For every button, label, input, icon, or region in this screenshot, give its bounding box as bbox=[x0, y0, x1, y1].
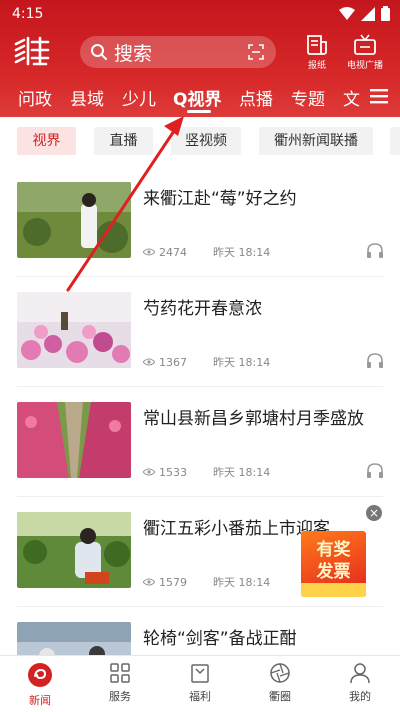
tab-wen[interactable]: 文 bbox=[343, 85, 360, 110]
subtab-shijie[interactable]: 视界 bbox=[17, 127, 76, 155]
article-thumbnail bbox=[17, 292, 131, 368]
sub-tabs: 视界 直播 竖视频 衢州新闻联播 bbox=[0, 117, 400, 165]
tab-dianbo[interactable]: 点播 bbox=[239, 85, 273, 110]
promo-ad[interactable]: 有奖 发票 bbox=[301, 531, 366, 597]
search-placeholder: 搜索 bbox=[114, 42, 153, 65]
newspaper-button[interactable]: 报纸 bbox=[294, 34, 340, 71]
newspaper-icon bbox=[307, 35, 327, 55]
news-icon bbox=[28, 663, 52, 687]
publish-time: 昨天 18:14 bbox=[213, 246, 271, 259]
channel-tabs: 问政 县域 少儿 Q视界 点播 专题 文 bbox=[0, 82, 400, 114]
menu-icon[interactable] bbox=[370, 88, 388, 104]
list-item[interactable]: 来衢江赴“莓”好之约 2474 昨天 18:14 bbox=[0, 168, 400, 278]
bottom-tab-circle[interactable]: 衢圈 bbox=[250, 662, 310, 704]
aperture-icon bbox=[270, 663, 290, 683]
signal-icon bbox=[361, 6, 375, 21]
tv-broadcast-button[interactable]: 电视广播 bbox=[342, 34, 388, 71]
bottom-tab-label: 我的 bbox=[349, 690, 371, 703]
list-item[interactable]: 芍药花开春意浓 1367 昨天 18:14 bbox=[0, 278, 400, 388]
view-count: 1533 bbox=[159, 465, 187, 479]
status-bar: 4:15 bbox=[0, 0, 400, 28]
promo-ad-line2: 发票 bbox=[316, 562, 351, 582]
eye-icon bbox=[143, 468, 155, 476]
list-item[interactable]: 轮椅“剑客”备战正酣 bbox=[0, 608, 400, 655]
article-thumbnail bbox=[17, 402, 131, 478]
article-thumbnail bbox=[17, 182, 131, 258]
bottom-tab-mine[interactable]: 我的 bbox=[330, 662, 390, 704]
bottom-tab-news[interactable]: 新闻 bbox=[10, 662, 70, 708]
bottom-tab-label: 衢圈 bbox=[269, 690, 291, 703]
user-icon bbox=[350, 663, 370, 684]
grid-icon bbox=[110, 663, 130, 683]
publish-time: 昨天 18:14 bbox=[213, 576, 271, 589]
view-count: 1579 bbox=[159, 575, 187, 589]
bottom-tab-label: 服务 bbox=[109, 690, 131, 703]
article-meta: 1367 昨天 18:14 bbox=[143, 354, 270, 370]
scan-icon[interactable] bbox=[248, 44, 264, 60]
newspaper-label: 报纸 bbox=[307, 61, 326, 71]
article-thumbnail bbox=[17, 512, 131, 588]
article-meta: 1533 昨天 18:14 bbox=[143, 464, 270, 480]
article-title: 常山县新昌乡郭塘村月季盛放 bbox=[143, 409, 364, 429]
bottom-tab-welfare[interactable]: 福利 bbox=[170, 662, 230, 704]
subtab-quzhou-news[interactable]: 衢州新闻联播 bbox=[259, 127, 373, 155]
subtab-more[interactable] bbox=[390, 127, 400, 155]
article-title: 来衢江赴“莓”好之约 bbox=[143, 189, 297, 209]
headphone-icon[interactable] bbox=[366, 462, 384, 478]
tab-qshijie[interactable]: Q视界 bbox=[173, 85, 221, 110]
bottom-tab-label: 新闻 bbox=[29, 694, 51, 707]
tv-icon bbox=[354, 34, 376, 55]
headphone-icon[interactable] bbox=[366, 352, 384, 368]
wifi-icon bbox=[339, 6, 355, 20]
article-title: 芍药花开春意浓 bbox=[143, 299, 262, 319]
app-header: 4:15 搜索 报纸 电视广播 问政 县域 少儿 Q视界 点播 专题 文 bbox=[0, 0, 400, 117]
eye-icon bbox=[143, 358, 155, 366]
article-meta: 2474 昨天 18:14 bbox=[143, 244, 270, 260]
bottom-nav: 新闻 服务 福利 衢圈 我的 bbox=[0, 655, 400, 712]
divider bbox=[17, 276, 383, 277]
tv-broadcast-label: 电视广播 bbox=[346, 61, 383, 71]
subtab-zhibo[interactable]: 直播 bbox=[94, 127, 153, 155]
headphone-icon[interactable] bbox=[366, 242, 384, 258]
bottom-tab-label: 福利 bbox=[189, 690, 211, 703]
publish-time: 昨天 18:14 bbox=[213, 466, 271, 479]
tab-wenzheng[interactable]: 问政 bbox=[18, 85, 52, 110]
app-logo-icon[interactable] bbox=[14, 36, 54, 66]
battery-icon bbox=[381, 6, 390, 21]
eye-icon bbox=[143, 578, 155, 586]
divider bbox=[17, 496, 383, 497]
tab-xianyu[interactable]: 县域 bbox=[70, 85, 104, 110]
promo-ad-line1: 有奖 bbox=[316, 540, 351, 560]
article-thumbnail bbox=[17, 622, 131, 655]
status-time: 4:15 bbox=[12, 6, 44, 22]
divider bbox=[17, 606, 383, 607]
list-item[interactable]: 常山县新昌乡郭塘村月季盛放 1533 昨天 18:14 bbox=[0, 388, 400, 498]
divider bbox=[17, 386, 383, 387]
active-tab-indicator bbox=[187, 110, 211, 113]
article-meta: 1579 昨天 18:14 bbox=[143, 574, 270, 590]
publish-time: 昨天 18:14 bbox=[213, 356, 271, 369]
tab-shaoer[interactable]: 少儿 bbox=[122, 85, 156, 110]
tab-zhuanti[interactable]: 专题 bbox=[291, 85, 325, 110]
search-icon bbox=[91, 44, 107, 60]
ad-close-button[interactable]: × bbox=[366, 505, 382, 521]
gift-icon bbox=[191, 664, 209, 683]
article-title: 轮椅“剑客”备战正酣 bbox=[143, 629, 297, 649]
view-count: 1367 bbox=[159, 355, 187, 369]
subtab-shushipin[interactable]: 竖视频 bbox=[171, 127, 241, 155]
bottom-tab-services[interactable]: 服务 bbox=[90, 662, 150, 704]
eye-icon bbox=[143, 248, 155, 256]
view-count: 2474 bbox=[159, 245, 187, 259]
search-bar[interactable]: 搜索 bbox=[80, 36, 276, 68]
